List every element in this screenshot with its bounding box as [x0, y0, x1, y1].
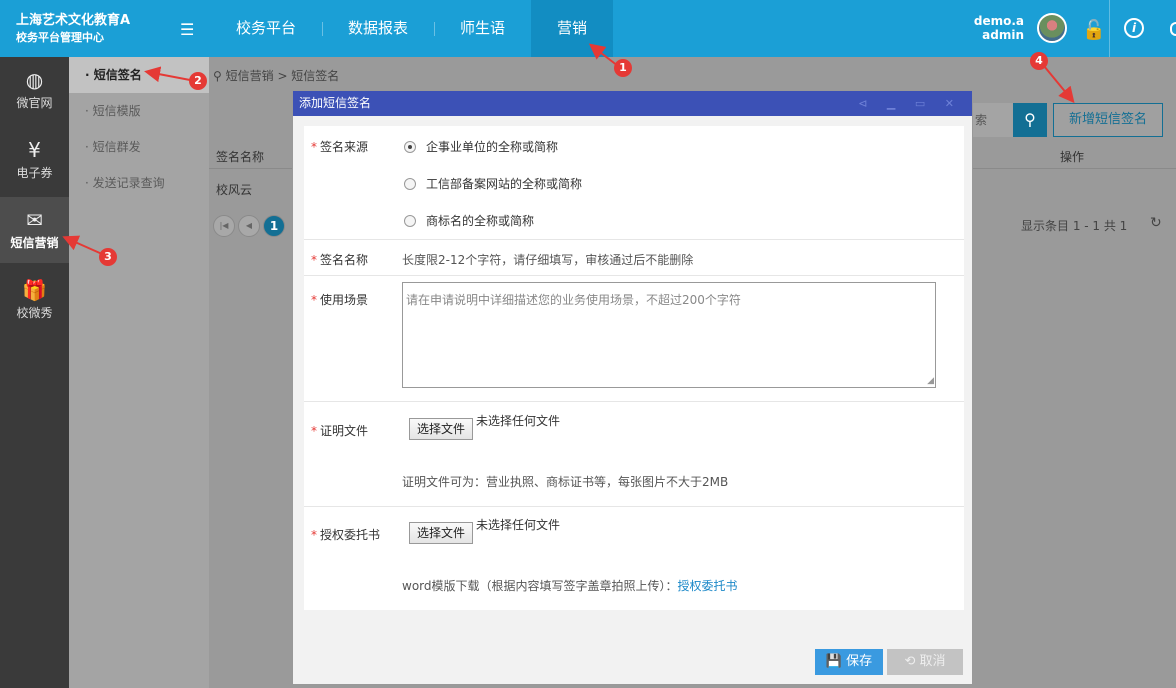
name-label: * 签名名称: [311, 253, 369, 267]
current-page[interactable]: 1: [263, 215, 285, 237]
auth-label: * 授权委托书: [311, 528, 381, 542]
resize-handle-icon[interactable]: ◢: [927, 376, 934, 386]
radio-trademark[interactable]: 商标名的全称或简称: [404, 212, 534, 229]
radio-enterprise[interactable]: 企事业单位的全称或简称: [404, 138, 558, 155]
scene-placeholder: 请在申请说明中详细描述您的业务使用场景，不超过200个字符: [406, 293, 741, 307]
cancel-icon: ⟲: [904, 654, 916, 669]
secondary-sidebar: · 短信签名 · 短信模版 · 短信群发 · 发送记录查询: [69, 57, 209, 688]
user-info[interactable]: demo.a admin: [974, 14, 1024, 42]
sidebar-label: 校微秀: [16, 306, 53, 320]
nav-item-reports[interactable]: 数据报表: [322, 0, 434, 57]
annotation-badge-1: 1: [614, 59, 632, 77]
add-signature-button[interactable]: 新增短信签名: [1053, 103, 1163, 137]
search-icon[interactable]: ⚲: [1013, 103, 1047, 137]
auth-file-button[interactable]: 选择文件: [409, 522, 473, 544]
signature-form: * 签名来源 企事业单位的全称或简称 工信部备案网站的全称或简称 商标名的全称或简…: [304, 126, 964, 610]
annotation-badge-4: 4: [1030, 52, 1048, 70]
auth-hint: word模版下载（根据内容填写签字盖章拍照上传）：授权委托书: [402, 579, 738, 593]
refresh-icon[interactable]: ↻: [1150, 215, 1162, 231]
sidebar-item-sms-broadcast[interactable]: · 短信群发: [69, 129, 209, 165]
divider: [1109, 0, 1110, 57]
sidebar-item-micro-site[interactable]: ◍ 微官网: [0, 57, 69, 123]
brand: 上海艺术文化教育A 校务平台管理中心: [16, 12, 130, 46]
dialog-title-bar: 添加短信签名 ⊲ ▁ ▭ ✕: [293, 91, 972, 116]
pagination: |◀ ◀ 1: [213, 215, 285, 237]
top-nav: 校务平台 数据报表 师生语 营销: [210, 0, 614, 57]
sidebar-item-sms-signature[interactable]: · 短信签名: [69, 57, 209, 93]
search-input[interactable]: 索: [967, 103, 1013, 137]
save-label: 保存: [846, 654, 873, 669]
column-header-action: 操作: [1060, 150, 1085, 164]
sidebar-item-coupon[interactable]: ¥ 电子券: [0, 127, 69, 193]
avatar[interactable]: [1037, 13, 1067, 43]
auth-file-status: 未选择任何文件: [476, 518, 561, 532]
globe-icon: ◍: [25, 68, 44, 92]
coupon-icon: ¥: [28, 138, 41, 162]
name-input[interactable]: 长度限2-12个字符，请仔细填写，审核通过后不能删除: [402, 251, 693, 268]
auth-template-link[interactable]: 授权委托书: [678, 579, 738, 593]
brand-name: 上海艺术文化教育A: [16, 13, 131, 28]
sidebar-label: 电子券: [16, 166, 53, 180]
nav-item-school-platform[interactable]: 校务平台: [210, 0, 322, 57]
gift-icon: 🎁: [22, 278, 47, 302]
proof-file-button[interactable]: 选择文件: [409, 418, 473, 440]
cancel-label: 取消: [919, 654, 946, 669]
primary-sidebar: ◍ 微官网 ¥ 电子券 ✉ 短信营销 🎁 校微秀: [0, 57, 69, 688]
sms-icon: ✉: [26, 208, 43, 232]
scene-label: * 使用场景: [311, 293, 369, 307]
scene-textarea[interactable]: 请在申请说明中详细描述您的业务使用场景，不超过200个字符 ◢: [402, 282, 936, 388]
save-icon: 💾: [825, 654, 843, 669]
field-source: * 签名来源 企事业单位的全称或简称 工信部备案网站的全称或简称 商标名的全称或简…: [304, 126, 964, 240]
annotation-badge-2: 2: [189, 72, 207, 90]
radio-icon: [404, 141, 416, 153]
location-icon: ⚲: [213, 69, 222, 83]
power-icon[interactable]: [1170, 22, 1176, 36]
add-signature-dialog: 添加短信签名 ⊲ ▁ ▭ ✕ * 签名来源 企事业单位的全称或简称 工信部备案网站…: [292, 90, 973, 685]
field-proof: * 证明文件 选择文件 未选择任何文件 证明文件可为：营业执照、商标证书等，每张图…: [304, 402, 964, 507]
proof-file-status: 未选择任何文件: [476, 414, 561, 428]
sidebar-item-school-show[interactable]: 🎁 校微秀: [0, 267, 69, 333]
radio-icon: [404, 178, 416, 190]
proof-label: * 证明文件: [311, 424, 369, 438]
prev-page-button[interactable]: ◀: [238, 215, 260, 237]
breadcrumb: ⚲ 短信营销 > 短信签名: [213, 67, 339, 84]
field-scene: * 使用场景 请在申请说明中详细描述您的业务使用场景，不超过200个字符 ◢: [304, 276, 964, 402]
sidebar-label: 微官网: [16, 96, 53, 110]
page-info: 显示条目 1 - 1 共 1: [1021, 219, 1128, 233]
table-row[interactable]: 校风云: [216, 181, 252, 198]
nav-item-teacher-student[interactable]: 师生语: [434, 0, 531, 57]
sidebar-item-sms-template[interactable]: · 短信模版: [69, 93, 209, 129]
radio-website[interactable]: 工信部备案网站的全称或简称: [404, 175, 582, 192]
dialog-title: 添加短信签名: [299, 96, 372, 110]
brand-subtitle: 校务平台管理中心: [16, 31, 104, 44]
sidebar-item-sms-marketing[interactable]: ✉ 短信营销: [0, 197, 69, 263]
first-page-button[interactable]: |◀: [213, 215, 235, 237]
column-header-name: 签名名称: [216, 150, 265, 164]
top-bar: 上海艺术文化教育A 校务平台管理中心 ☰ 校务平台 数据报表 师生语 营销 de…: [0, 0, 1176, 57]
field-authorization: * 授权委托书 选择文件 未选择任何文件 word模版下载（根据内容填写签字盖章拍…: [304, 507, 964, 610]
info-icon[interactable]: i: [1124, 18, 1144, 38]
source-label: * 签名来源: [311, 140, 369, 154]
lock-icon[interactable]: 🔓: [1082, 18, 1106, 41]
radio-icon: [404, 215, 416, 227]
annotation-badge-3: 3: [99, 248, 117, 266]
field-name: * 签名名称 长度限2-12个字符，请仔细填写，审核通过后不能删除: [304, 240, 964, 276]
nav-item-marketing[interactable]: 营销: [531, 0, 614, 57]
sidebar-label: 短信营销: [10, 236, 59, 250]
user-name: demo.a: [973, 14, 1024, 28]
sidebar-item-send-records[interactable]: · 发送记录查询: [69, 165, 209, 201]
proof-hint: 证明文件可为：营业执照、商标证书等，每张图片不大于2MB: [402, 475, 729, 489]
user-role: admin: [982, 28, 1024, 42]
window-controls[interactable]: ⊲ ▁ ▭ ✕: [858, 91, 962, 116]
save-button[interactable]: 💾 保存: [815, 649, 883, 675]
cancel-button[interactable]: ⟲ 取消: [887, 649, 963, 675]
breadcrumb-text: 短信营销 > 短信签名: [225, 69, 340, 83]
menu-toggle-icon[interactable]: ☰: [180, 20, 194, 39]
